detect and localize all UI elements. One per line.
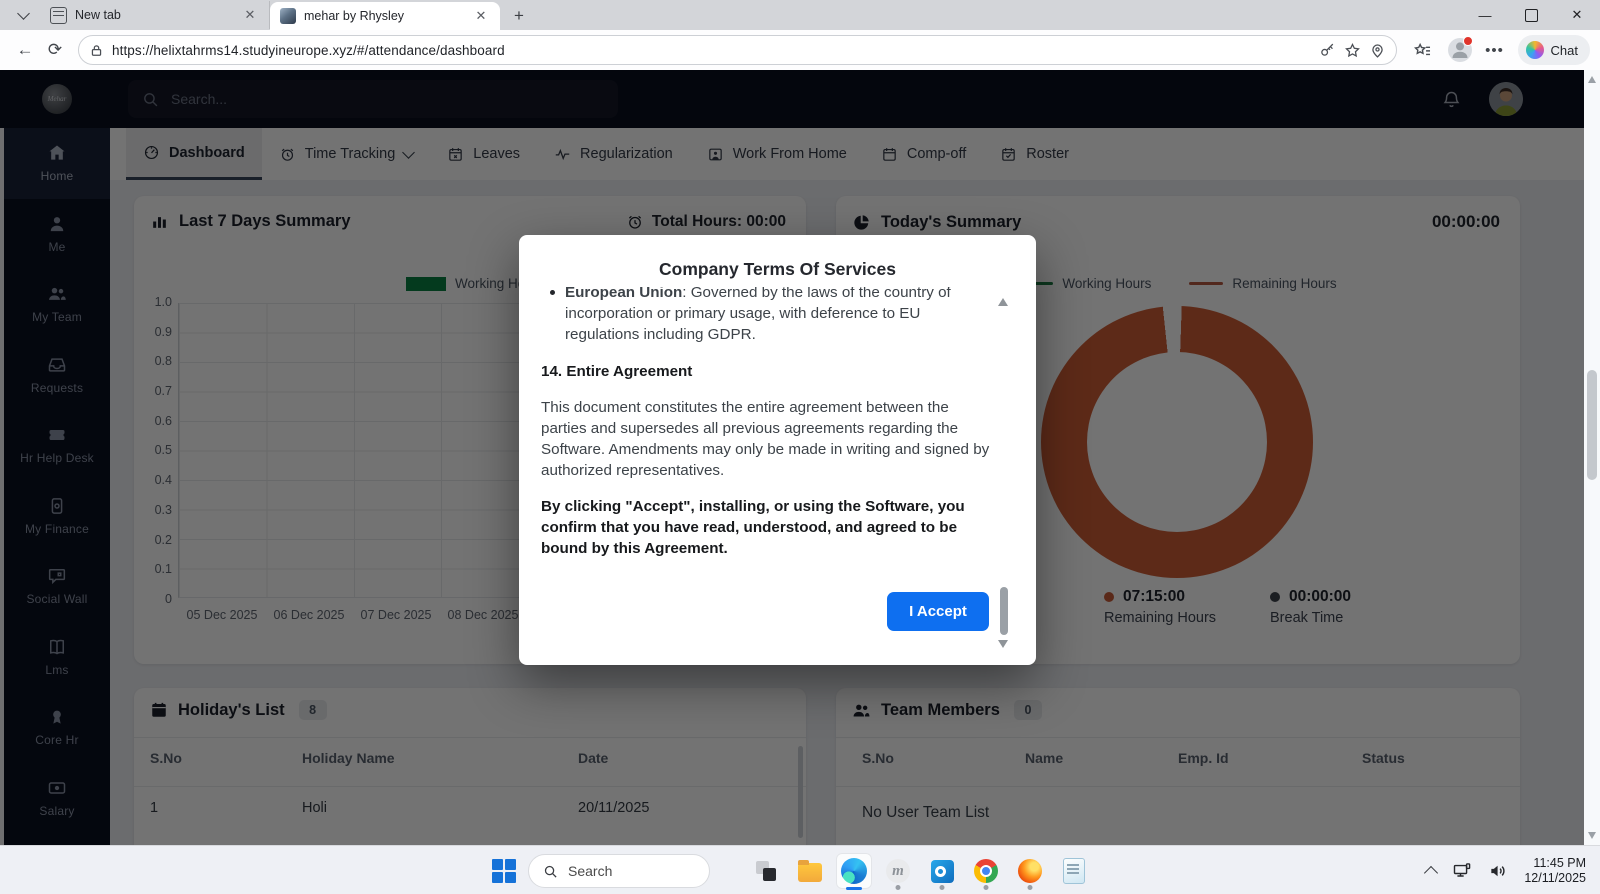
mehar-app-button[interactable]: m xyxy=(880,853,916,889)
scrollbar-up-arrow-icon[interactable] xyxy=(1588,76,1596,83)
terms-bullet: European Union: Governed by the laws of … xyxy=(541,287,993,345)
edge-button[interactable] xyxy=(836,853,872,889)
terms-paragraph: This document constitutes the entire agr… xyxy=(541,397,993,481)
network-icon[interactable] xyxy=(1452,861,1472,881)
start-button[interactable] xyxy=(486,853,522,889)
refresh-button[interactable]: ⟳ xyxy=(40,35,70,65)
new-tab-favicon-icon xyxy=(50,7,67,24)
bullet-dot-icon xyxy=(550,290,555,295)
chrome-icon xyxy=(974,859,998,883)
browser-toolbar: ← ⟳ https://helixtahrms14.studyineurope.… xyxy=(0,30,1600,70)
tab-search-chevron-icon[interactable] xyxy=(8,2,38,28)
close-button[interactable]: ✕ xyxy=(1554,0,1600,30)
terms-heading: 14. Entire Agreement xyxy=(541,361,993,382)
url-text[interactable]: https://helixtahrms14.studyineurope.xyz/… xyxy=(112,43,1311,58)
task-view-icon xyxy=(756,861,776,881)
outlook-button[interactable] xyxy=(924,853,960,889)
mehar-favicon-icon xyxy=(280,8,296,24)
taskbar-search[interactable]: Search xyxy=(528,854,710,888)
terms-confirm-paragraph: By clicking "Accept", installing, or usi… xyxy=(541,496,993,559)
favorites-bar-icon[interactable] xyxy=(1413,41,1432,60)
tray-date: 12/11/2025 xyxy=(1524,871,1586,886)
modal-scrollbar-thumb[interactable] xyxy=(1000,587,1008,635)
page-viewport: Mehar Home Me xyxy=(0,70,1600,845)
file-explorer-button[interactable] xyxy=(792,853,828,889)
modal-title: Company Terms Of Services xyxy=(519,259,1036,280)
tray-time: 11:45 PM xyxy=(1533,856,1586,871)
modal-scroll-content[interactable]: European Union: Governed by the laws of … xyxy=(541,287,993,579)
notepad-icon xyxy=(1063,858,1085,884)
search-icon xyxy=(543,864,558,879)
edge-icon xyxy=(841,858,867,884)
tab-close-icon[interactable]: ✕ xyxy=(472,7,490,25)
browser-tab-strip: New tab ✕ mehar by Rhysley ✕ + — ✕ xyxy=(0,0,1600,30)
scrollbar-thumb[interactable] xyxy=(1587,370,1597,480)
browser-profile-avatar[interactable] xyxy=(1448,38,1472,62)
task-view-button[interactable] xyxy=(748,853,784,889)
address-bar[interactable]: https://helixtahrms14.studyineurope.xyz/… xyxy=(78,35,1397,65)
notepad-button[interactable] xyxy=(1056,853,1092,889)
favorite-star-icon[interactable] xyxy=(1344,42,1361,59)
scroll-down-arrow-icon[interactable] xyxy=(998,640,1008,648)
firefox-button[interactable] xyxy=(1012,853,1048,889)
hidden-icons-chevron-icon[interactable] xyxy=(1424,865,1438,879)
tab-close-icon[interactable]: ✕ xyxy=(241,6,259,24)
back-button[interactable]: ← xyxy=(10,35,40,65)
screen: New tab ✕ mehar by Rhysley ✕ + — ✕ ← ⟳ h… xyxy=(0,0,1600,894)
password-key-icon[interactable] xyxy=(1319,42,1336,59)
taskbar-clock[interactable]: 11:45 PM 12/11/2025 xyxy=(1524,856,1586,886)
mehar-app-icon: m xyxy=(886,859,910,883)
maximize-button[interactable] xyxy=(1508,0,1554,30)
windows-taskbar: Search m 11: xyxy=(0,845,1600,894)
lock-icon xyxy=(89,43,104,58)
bullet-bold: European Union xyxy=(565,287,682,301)
copilot-chat-button[interactable]: Chat xyxy=(1518,35,1590,65)
browser-scrollbar[interactable] xyxy=(1584,70,1600,845)
folder-icon xyxy=(798,863,822,882)
firefox-icon xyxy=(1018,859,1042,883)
window-controls: — ✕ xyxy=(1462,0,1600,30)
windows-logo-icon xyxy=(492,859,516,883)
minimize-button[interactable]: — xyxy=(1462,0,1508,30)
tab-new-tab[interactable]: New tab ✕ xyxy=(40,1,270,29)
system-tray: 11:45 PM 12/11/2025 xyxy=(1426,846,1586,894)
scrollbar-down-arrow-icon[interactable] xyxy=(1588,832,1596,839)
terms-modal: Company Terms Of Services European Union… xyxy=(519,235,1036,665)
tab-title: New tab xyxy=(75,8,233,22)
browser-menu-button[interactable]: ••• xyxy=(1480,35,1510,65)
location-pin-icon[interactable] xyxy=(1369,42,1386,59)
chrome-button[interactable] xyxy=(968,853,1004,889)
active-app-indicator xyxy=(846,887,862,890)
new-tab-button[interactable]: + xyxy=(506,3,532,29)
chat-label: Chat xyxy=(1551,43,1578,58)
taskbar-search-label: Search xyxy=(568,863,612,879)
tab-title: mehar by Rhysley xyxy=(304,9,464,23)
accept-button[interactable]: I Accept xyxy=(887,592,989,631)
outlook-icon xyxy=(931,860,954,883)
tab-mehar[interactable]: mehar by Rhysley ✕ xyxy=(270,2,500,30)
scroll-up-arrow-icon[interactable] xyxy=(998,298,1008,306)
copilot-icon xyxy=(1526,41,1544,59)
profile-person-icon xyxy=(1448,38,1472,62)
volume-icon[interactable] xyxy=(1488,861,1508,881)
